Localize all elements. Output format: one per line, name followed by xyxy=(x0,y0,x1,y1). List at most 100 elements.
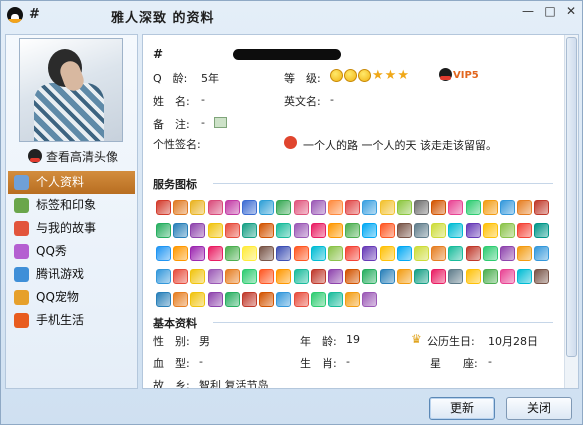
service-icon[interactable] xyxy=(190,246,206,261)
service-icon[interactable] xyxy=(224,292,240,307)
scrollbar-thumb[interactable] xyxy=(566,37,577,357)
maximize-button[interactable]: □ xyxy=(542,3,558,19)
service-icon[interactable] xyxy=(310,269,326,284)
service-icon[interactable] xyxy=(379,200,395,215)
service-icon[interactable] xyxy=(207,269,223,284)
service-icon[interactable] xyxy=(259,269,275,284)
service-icon[interactable] xyxy=(396,200,412,215)
service-icon[interactable] xyxy=(500,223,515,238)
service-icon[interactable] xyxy=(362,223,378,238)
service-icon[interactable] xyxy=(224,223,240,238)
service-icon[interactable] xyxy=(345,292,361,307)
service-icon[interactable] xyxy=(156,200,171,215)
service-icon[interactable] xyxy=(431,223,447,238)
service-icon[interactable] xyxy=(207,223,223,238)
sidebar-item-3[interactable]: QQ秀 xyxy=(8,240,135,263)
service-icon[interactable] xyxy=(259,200,275,215)
service-icon[interactable] xyxy=(310,246,326,261)
service-icon[interactable] xyxy=(242,246,257,261)
service-icon[interactable] xyxy=(293,292,309,307)
service-icon[interactable] xyxy=(328,292,343,307)
service-icon[interactable] xyxy=(465,269,481,284)
sidebar-item-1[interactable]: 标签和印象 xyxy=(8,194,135,217)
service-icon[interactable] xyxy=(173,200,189,215)
service-icon[interactable] xyxy=(328,269,343,284)
service-icon[interactable] xyxy=(156,223,171,238)
service-icon[interactable] xyxy=(379,223,395,238)
service-icon[interactable] xyxy=(448,200,464,215)
service-icon[interactable] xyxy=(448,223,464,238)
close-window-button[interactable]: ✕ xyxy=(563,3,579,19)
service-icon[interactable] xyxy=(276,200,292,215)
service-icon[interactable] xyxy=(431,200,447,215)
service-icon[interactable] xyxy=(293,223,309,238)
service-icon[interactable] xyxy=(293,246,309,261)
service-icon[interactable] xyxy=(207,200,223,215)
service-icon[interactable] xyxy=(173,269,189,284)
service-icon[interactable] xyxy=(328,200,343,215)
service-icon[interactable] xyxy=(207,292,223,307)
service-icon[interactable] xyxy=(345,200,361,215)
service-icon[interactable] xyxy=(224,200,240,215)
service-icon[interactable] xyxy=(276,292,292,307)
service-icon[interactable] xyxy=(414,200,429,215)
avatar[interactable] xyxy=(19,38,123,142)
service-icon[interactable] xyxy=(345,223,361,238)
service-icon[interactable] xyxy=(242,292,257,307)
sidebar-item-0[interactable]: 个人资料 xyxy=(8,171,135,194)
service-icon[interactable] xyxy=(276,269,292,284)
service-icon[interactable] xyxy=(414,246,429,261)
service-icon[interactable] xyxy=(396,269,412,284)
service-icon[interactable] xyxy=(242,223,257,238)
service-icon[interactable] xyxy=(224,246,240,261)
service-icon[interactable] xyxy=(207,246,223,261)
service-icon[interactable] xyxy=(431,269,447,284)
service-icon[interactable] xyxy=(517,269,533,284)
sidebar-item-4[interactable]: 腾讯游戏 xyxy=(8,263,135,286)
service-icon[interactable] xyxy=(310,200,326,215)
refresh-button[interactable]: 更新 xyxy=(429,397,495,420)
service-icon[interactable] xyxy=(379,246,395,261)
service-icon[interactable] xyxy=(190,200,206,215)
service-icon[interactable] xyxy=(396,246,412,261)
service-icon[interactable] xyxy=(362,292,378,307)
service-icon[interactable] xyxy=(259,246,275,261)
service-icon[interactable] xyxy=(482,223,498,238)
service-icon[interactable] xyxy=(500,246,515,261)
service-icon[interactable] xyxy=(534,223,550,238)
service-icon[interactable] xyxy=(310,223,326,238)
service-icon[interactable] xyxy=(500,269,515,284)
service-icon[interactable] xyxy=(173,223,189,238)
service-icon[interactable] xyxy=(276,223,292,238)
service-icon[interactable] xyxy=(431,246,447,261)
service-icon[interactable] xyxy=(345,269,361,284)
service-icon[interactable] xyxy=(465,200,481,215)
service-icon[interactable] xyxy=(448,269,464,284)
service-icon[interactable] xyxy=(465,223,481,238)
service-icon[interactable] xyxy=(310,292,326,307)
vertical-scrollbar[interactable] xyxy=(564,35,578,388)
service-icon[interactable] xyxy=(500,200,515,215)
service-icon[interactable] xyxy=(328,246,343,261)
service-icon[interactable] xyxy=(156,292,171,307)
service-icon[interactable] xyxy=(242,200,257,215)
view-hd-avatar-link[interactable]: 查看高清头像 xyxy=(28,148,118,165)
service-icon[interactable] xyxy=(293,269,309,284)
service-icon[interactable] xyxy=(293,200,309,215)
service-icon[interactable] xyxy=(242,269,257,284)
title-bar[interactable]: # 雅人深致 的资料 — □ ✕ xyxy=(1,1,582,31)
service-icon[interactable] xyxy=(414,269,429,284)
service-icon[interactable] xyxy=(156,269,171,284)
minimize-button[interactable]: — xyxy=(520,3,536,19)
service-icon[interactable] xyxy=(345,246,361,261)
service-icon[interactable] xyxy=(517,246,533,261)
service-icon[interactable] xyxy=(534,200,550,215)
service-icon[interactable] xyxy=(396,223,412,238)
service-icon[interactable] xyxy=(534,269,550,284)
level-indicator[interactable]: ★★★ xyxy=(330,68,410,83)
sidebar-item-2[interactable]: 与我的故事 xyxy=(8,217,135,240)
service-icon[interactable] xyxy=(482,246,498,261)
service-icon[interactable] xyxy=(448,246,464,261)
service-icon[interactable] xyxy=(276,246,292,261)
service-icon[interactable] xyxy=(190,269,206,284)
